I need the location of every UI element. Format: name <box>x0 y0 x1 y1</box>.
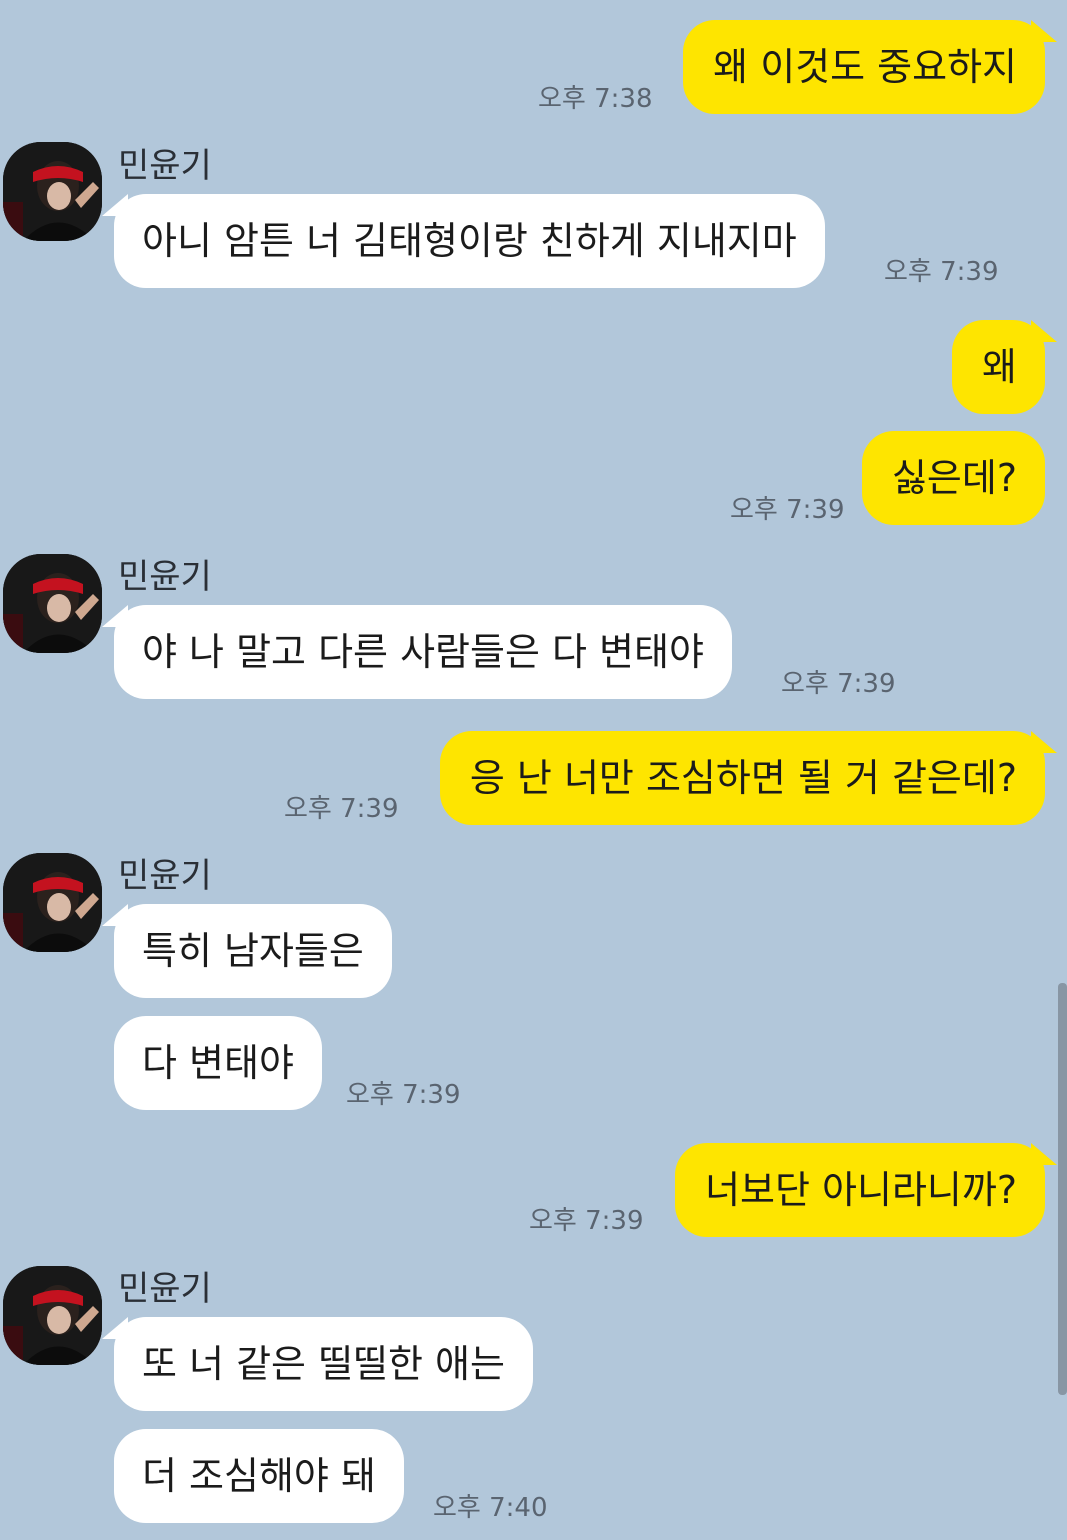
contact-message-bubble[interactable]: 또 너 같은 띨띨한 애는 <box>102 1317 533 1411</box>
contact-message-bubble[interactable]: 야 나 말고 다른 사람들은 다 변태야 <box>102 605 732 699</box>
chat-area[interactable]: 왜 이것도 중요하지 오후 7:38 민윤기 아니 암튼 너 김태형이랑 친하게… <box>0 0 1067 1540</box>
contact-avatar[interactable] <box>3 1266 102 1365</box>
contact-name: 민윤기 <box>118 856 212 896</box>
my-message-bubble[interactable]: 너보단 아니라니까? <box>675 1143 1057 1237</box>
message-text: 왜 <box>982 345 1017 389</box>
message-text: 너보단 아니라니까? <box>705 1168 1017 1212</box>
profile-photo-icon <box>3 1266 102 1365</box>
contact-name: 민윤기 <box>118 1269 212 1309</box>
contact-name: 민윤기 <box>118 557 212 597</box>
contact-avatar[interactable] <box>3 142 102 241</box>
message-time: 오후 7:39 <box>781 669 896 699</box>
message-time: 오후 7:40 <box>433 1493 548 1523</box>
message-text: 왜 이것도 중요하지 <box>713 45 1017 89</box>
message-text: 싫은데? <box>891 456 1017 500</box>
contact-message-bubble[interactable]: 더 조심해야 돼 <box>114 1429 404 1523</box>
message-text: 응 난 너만 조심하면 될 거 같은데? <box>469 756 1017 800</box>
message-time: 오후 7:39 <box>730 495 845 525</box>
message-time: 오후 7:39 <box>346 1080 461 1110</box>
contact-avatar[interactable] <box>3 554 102 653</box>
message-text: 다 변태야 <box>142 1041 294 1085</box>
message-time: 오후 7:39 <box>284 794 399 824</box>
message-time: 오후 7:38 <box>538 84 653 114</box>
profile-photo-icon <box>3 853 102 952</box>
message-text: 또 너 같은 띨띨한 애는 <box>142 1342 505 1386</box>
scrollbar[interactable] <box>1058 983 1067 1395</box>
my-message-bubble[interactable]: 응 난 너만 조심하면 될 거 같은데? <box>439 731 1058 825</box>
profile-photo-icon <box>3 142 102 241</box>
contact-message-bubble[interactable]: 아니 암튼 너 김태형이랑 친하게 지내지마 <box>102 194 825 288</box>
message-time: 오후 7:39 <box>884 257 999 287</box>
message-text: 더 조심해야 돼 <box>142 1454 376 1498</box>
my-message-bubble[interactable]: 싫은데? <box>861 431 1045 525</box>
message-time: 오후 7:39 <box>529 1206 644 1236</box>
contact-avatar[interactable] <box>3 853 102 952</box>
profile-photo-icon <box>3 554 102 653</box>
contact-name: 민윤기 <box>118 146 212 186</box>
my-message-bubble[interactable]: 왜 <box>952 320 1057 414</box>
message-text: 야 나 말고 다른 사람들은 다 변태야 <box>142 630 704 674</box>
my-message-bubble[interactable]: 왜 이것도 중요하지 <box>683 20 1057 114</box>
contact-message-bubble[interactable]: 다 변태야 <box>114 1016 322 1110</box>
message-text: 아니 암튼 너 김태형이랑 친하게 지내지마 <box>142 219 797 263</box>
message-text: 특히 남자들은 <box>142 929 364 973</box>
contact-message-bubble[interactable]: 특히 남자들은 <box>102 904 392 998</box>
